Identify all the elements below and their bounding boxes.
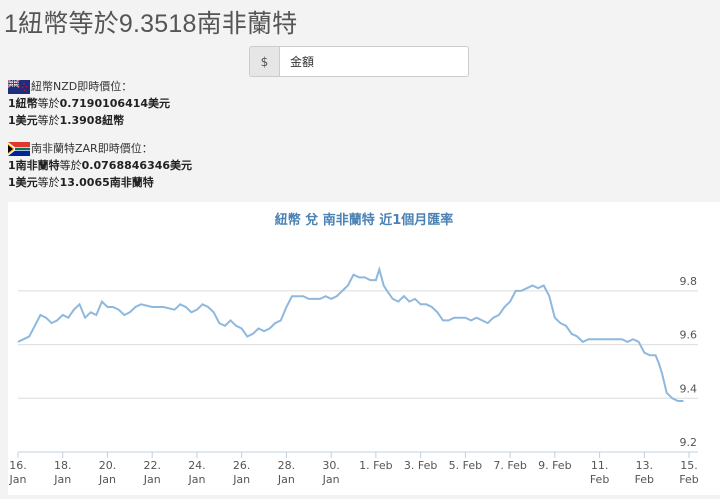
exchange-rate-chart: 紐幣 兌 南非蘭特 近1個月匯率 9.2 9.4 9.6 9.8 16. Jan 18. J… — [8, 202, 720, 495]
x-tick-label: 22. — [143, 459, 161, 472]
x-tick-label: 3. Feb — [404, 459, 437, 472]
x-tick-label: Feb — [590, 473, 609, 486]
x-tick-label: 28. — [278, 459, 296, 472]
rate-line: 1紐幣等於0.7190106414美元 — [8, 97, 171, 110]
amount-converter: $ — [249, 46, 469, 77]
zar-rate-block: 南非蘭特ZAR即時價位： 1南非蘭特等於0.0768846346美元 1美元等於… — [8, 140, 192, 191]
x-tick-label: Jan — [322, 473, 340, 486]
x-tick-label: 7. Feb — [493, 459, 526, 472]
nzd-rate-heading: 紐幣NZD即時價位： — [31, 80, 133, 93]
y-tick-label: 9.8 — [680, 275, 698, 288]
x-tick-label: 26. — [233, 459, 251, 472]
page-title: 1紐幣等於9.3518南非蘭特 — [4, 10, 298, 38]
amount-input[interactable] — [279, 46, 469, 77]
zar-rate-heading: 南非蘭特ZAR即時價位： — [31, 142, 153, 155]
x-tick-label: Jan — [53, 473, 71, 486]
rate-line: 1南非蘭特等於0.0768846346美元 — [8, 159, 193, 172]
x-tick-label: 11. — [591, 459, 609, 472]
y-tick-label: 9.6 — [680, 329, 698, 342]
y-tick-label: 9.2 — [680, 436, 698, 449]
x-tick-label: Feb — [679, 473, 698, 486]
rate-line: 1美元等於13.0065南非蘭特 — [8, 176, 154, 189]
x-tick-label: 5. Feb — [449, 459, 482, 472]
x-tick-label: 18. — [54, 459, 72, 472]
x-tick-label: 15. — [680, 459, 698, 472]
nzd-rate-block: 紐幣NZD即時價位： 1紐幣等於0.7190106414美元 1美元等於1.39… — [8, 78, 170, 129]
chart-title: 紐幣 兌 南非蘭特 近1個月匯率 — [275, 212, 454, 228]
x-tick-label: 24. — [188, 459, 206, 472]
x-tick-label: Jan — [143, 473, 161, 486]
x-tick-label: Jan — [277, 473, 295, 486]
series-line — [17, 265, 684, 402]
x-tick-label: 16. — [9, 459, 27, 472]
x-tick-label: 9. Feb — [538, 459, 571, 472]
x-tick-label: 1. Feb — [359, 459, 392, 472]
x-tick-label: 30. — [322, 459, 340, 472]
chart-svg: 紐幣 兌 南非蘭特 近1個月匯率 9.29.49.69.8 16.Jan18.J… — [9, 212, 699, 486]
x-tick-label: Jan — [9, 473, 27, 486]
x-tick-label: Jan — [187, 473, 205, 486]
x-tick-label: Jan — [98, 473, 116, 486]
x-tick-label: 13. — [636, 459, 654, 472]
x-tick-label: 20. — [99, 459, 117, 472]
currency-symbol: $ — [249, 46, 279, 77]
rate-line: 1美元等於1.3908紐幣 — [8, 114, 125, 127]
za-flag-icon — [8, 141, 30, 156]
x-tick-label: Feb — [635, 473, 654, 486]
y-tick-label: 9.4 — [680, 382, 698, 395]
nz-flag-icon — [8, 79, 30, 94]
x-tick-label: Jan — [232, 473, 250, 486]
